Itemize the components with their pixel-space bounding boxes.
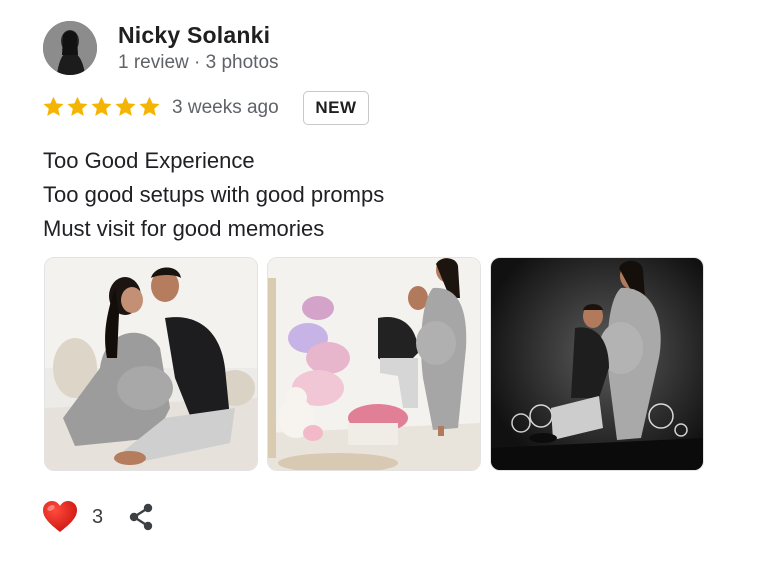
- reviewer-name[interactable]: Nicky Solanki: [118, 22, 270, 49]
- review-actions: 3: [42, 500, 155, 534]
- review-line: Too good setups with good promps: [43, 182, 385, 207]
- review-photo[interactable]: [267, 257, 481, 471]
- review-line: Too Good Experience: [43, 148, 255, 173]
- avatar[interactable]: [43, 21, 97, 75]
- reviewer-meta: 1 review · 3 photos: [118, 52, 279, 73]
- like-count: 3: [92, 505, 104, 528]
- star-icon: [91, 96, 112, 116]
- new-badge: NEW: [303, 91, 369, 125]
- review-photo[interactable]: [44, 257, 258, 471]
- photo-couple-on-bed-icon: [45, 258, 257, 470]
- star-icon: [115, 96, 136, 116]
- star-icon: [67, 96, 88, 116]
- review-text: Too Good Experience Too good setups with…: [43, 144, 384, 246]
- star-icon: [139, 96, 160, 116]
- photo-strip: [44, 257, 704, 471]
- photo-couple-dark-studio-icon: [491, 258, 703, 470]
- heart-icon[interactable]: [42, 500, 78, 534]
- review-line: Must visit for good memories: [43, 216, 325, 241]
- star-icon: [43, 96, 64, 116]
- share-icon[interactable]: [127, 502, 155, 532]
- review-photo[interactable]: [490, 257, 704, 471]
- review-time: 3 weeks ago: [172, 97, 279, 118]
- photo-couple-with-flowers-icon: [268, 258, 480, 470]
- star-rating: [42, 95, 161, 118]
